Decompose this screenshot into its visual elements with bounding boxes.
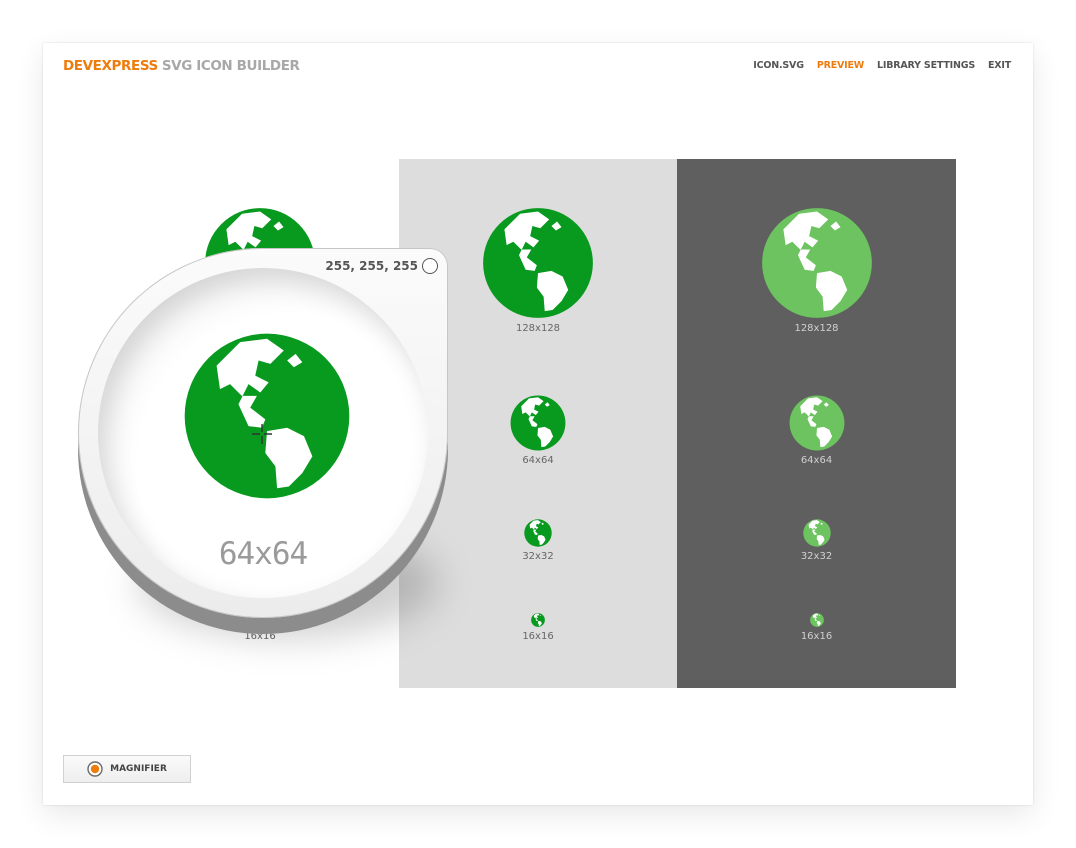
size-label: 64x64: [800, 455, 833, 466]
magnifier-body[interactable]: 64x64 255, 255, 255: [78, 248, 448, 618]
rgb-readout: 255, 255, 255: [325, 259, 418, 273]
magnifier-overlay[interactable]: 64x64 255, 255, 255: [78, 248, 450, 638]
size-label: 16x16: [800, 631, 833, 642]
magnifier-toggle-icon: [87, 761, 103, 777]
size-label: 32x32: [800, 551, 833, 562]
nav-exit[interactable]: EXIT: [988, 60, 1011, 71]
magnifier-lens: 64x64: [98, 268, 428, 598]
size-label: 128x128: [794, 323, 839, 334]
magnifier-button[interactable]: MAGNIFIER: [63, 755, 191, 783]
nav-preview[interactable]: PREVIEW: [817, 60, 864, 71]
app-brand: DEVEXPRESS SVG ICON BUILDER: [63, 58, 300, 74]
brand-product: SVG ICON BUILDER: [161, 58, 300, 74]
globe-icon: [183, 332, 351, 500]
preview-64: 64x64: [677, 395, 956, 466]
top-nav: ICON.SVG PREVIEW LIBRARY SETTINGS EXIT: [753, 60, 1011, 71]
globe-icon: [510, 395, 566, 451]
brand-name: DEVEXPRESS: [63, 58, 158, 74]
globe-icon: [803, 519, 831, 547]
globe-icon: [789, 395, 845, 451]
crosshair-icon: [252, 424, 272, 444]
color-swatch[interactable]: [422, 258, 438, 274]
magnifier-zoom-label: 64x64: [218, 536, 308, 572]
globe-icon: [482, 207, 594, 319]
globe-icon: [524, 519, 552, 547]
globe-icon: [761, 207, 873, 319]
preview-16: 16x16: [677, 613, 956, 642]
globe-icon: [531, 613, 545, 627]
preview-128: 128x128: [677, 207, 956, 334]
preview-32: 32x32: [677, 519, 956, 562]
preview-panel-dark: 128x128 64x64 32x32 16x16: [677, 159, 956, 688]
nav-icon-svg[interactable]: ICON.SVG: [753, 60, 804, 71]
magnifier-button-label: MAGNIFIER: [110, 764, 167, 774]
globe-icon: [810, 613, 824, 627]
nav-library-settings[interactable]: LIBRARY SETTINGS: [877, 60, 975, 71]
